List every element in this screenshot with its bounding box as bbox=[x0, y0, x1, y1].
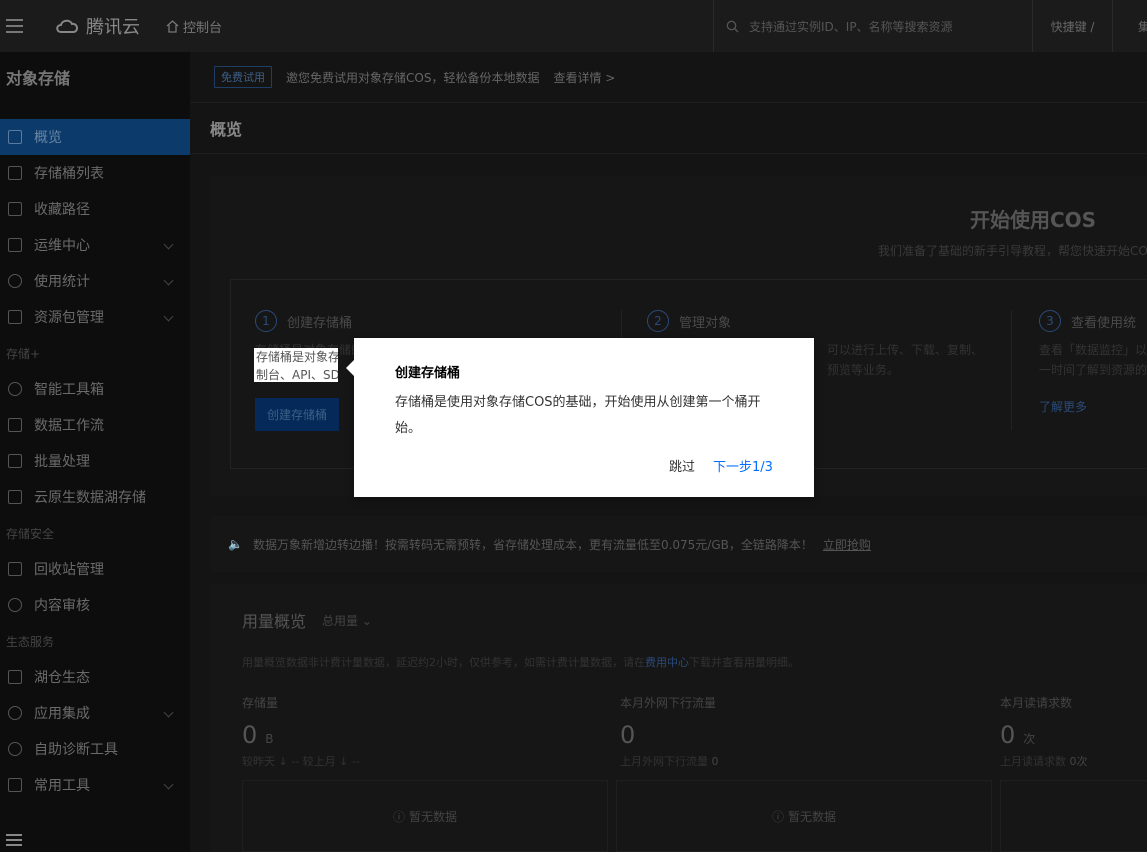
calendar-icon bbox=[8, 238, 22, 252]
cloud-logo-icon bbox=[56, 19, 78, 33]
trash-icon bbox=[8, 562, 22, 576]
billing-center-link[interactable]: 费用中心 bbox=[645, 656, 689, 669]
sidebar-item-integration[interactable]: 应用集成 bbox=[0, 695, 190, 731]
more-menu-item[interactable]: 集 bbox=[1138, 18, 1147, 35]
next-step-button[interactable]: 下一步1/3 bbox=[713, 456, 773, 475]
guide-highlight: 存储桶是对象存 制台、API、SD bbox=[254, 348, 338, 382]
notice-text: 数据万象新增边转边播！按需转码无需预转，省存储处理成本，更有流量低至0.075元… bbox=[252, 537, 813, 552]
info-icon: ⓘ bbox=[392, 809, 405, 824]
package-icon bbox=[8, 310, 22, 324]
step-number: 2 bbox=[647, 310, 669, 332]
sidebar: 对象存储 概览 存储桶列表 收藏路径 运维中心 使用统计 资源包管理 存储+ 智… bbox=[0, 52, 190, 852]
learn-more-link[interactable]: 了解更多 bbox=[1039, 398, 1087, 415]
chevron-down-icon: ⌄ bbox=[361, 613, 372, 628]
sidebar-item-workflow[interactable]: 数据工作流 bbox=[0, 407, 190, 443]
notice-buy-link[interactable]: 立即抢购 bbox=[823, 536, 871, 553]
sidebar-title: 对象存储 bbox=[6, 69, 71, 88]
brand-logo[interactable]: 腾讯云 bbox=[54, 13, 140, 39]
lakehouse-icon bbox=[8, 670, 22, 684]
chevron-down-icon bbox=[163, 707, 174, 718]
brand-name: 腾讯云 bbox=[86, 17, 140, 38]
usage-select[interactable]: 总用量 ⌄ bbox=[322, 612, 372, 629]
no-data-panel: ⓘ 暂无数据 bbox=[616, 780, 992, 852]
database-icon bbox=[8, 490, 22, 504]
global-search-input[interactable]: 支持通过实例ID、IP、名称等搜索资源 bbox=[713, 0, 1033, 52]
workflow-icon bbox=[8, 418, 22, 432]
shortcut-button[interactable]: 快捷键 / bbox=[1033, 0, 1113, 52]
popover-arrow bbox=[346, 360, 354, 376]
step-number: 3 bbox=[1039, 310, 1061, 332]
popover-title: 创建存储桶 bbox=[395, 366, 461, 381]
top-nav-bar: 腾讯云 控制台 支持通过实例ID、IP、名称等搜索资源 快捷键 / 集 bbox=[0, 0, 1147, 52]
step-title: 查看使用统 bbox=[1071, 315, 1137, 331]
promo-bar: 免费试用 邀您免费试用对象存储COS，轻松备份本地数据 查看详情 > bbox=[190, 52, 1147, 102]
sidebar-item-resource-packs[interactable]: 资源包管理 bbox=[0, 299, 190, 335]
sidebar-item-diagnosis[interactable]: 自助诊断工具 bbox=[0, 731, 190, 767]
free-trial-tag: 免费试用 bbox=[214, 66, 272, 88]
sidebar-item-datalake[interactable]: 云原生数据湖存储 bbox=[0, 479, 190, 515]
chevron-down-icon bbox=[163, 311, 174, 322]
usage-note: 用量概览数据非计费计量数据，延迟约2小时，仅供参考，如需计费计量数据，请在费用中… bbox=[242, 656, 799, 669]
notice-banner: 🔈 数据万象新增边转边播！按需转码无需预转，省存储处理成本，更有流量低至0.07… bbox=[210, 516, 1147, 572]
sidebar-item-overview[interactable]: 概览 bbox=[0, 119, 190, 155]
step-number: 1 bbox=[255, 310, 277, 332]
sidebar-item-ops-center[interactable]: 运维中心 bbox=[0, 227, 190, 263]
chevron-down-icon bbox=[163, 779, 174, 790]
sidebar-item-bucket-list[interactable]: 存储桶列表 bbox=[0, 155, 190, 191]
getting-started-title: 开始使用COS bbox=[970, 208, 1097, 232]
tools-icon bbox=[8, 778, 22, 792]
sidebar-item-usage-stats[interactable]: 使用统计 bbox=[0, 263, 190, 299]
usage-overview: 用量概览 总用量 ⌄ 用量概览数据非计费计量数据，延迟约2小时，仅供参考，如需计… bbox=[210, 584, 1147, 852]
chevron-down-icon bbox=[163, 275, 174, 286]
getting-started-subtitle: 我们准备了基础的新手引导教程，帮您快速开始COS之 bbox=[878, 244, 1147, 258]
pie-chart-icon bbox=[8, 274, 22, 288]
diagnosis-icon bbox=[8, 742, 22, 756]
promo-text: 邀您免费试用对象存储COS，轻松备份本地数据 bbox=[286, 70, 540, 85]
step-title: 创建存储桶 bbox=[287, 315, 353, 331]
no-data-panel: ⓘ 暂无数据 bbox=[242, 780, 608, 852]
search-placeholder: 支持通过实例ID、IP、名称等搜索资源 bbox=[749, 19, 953, 34]
popover-body: 存储桶是使用对象存储COS的基础，开始使用从创建第一个桶开始。 bbox=[395, 395, 761, 436]
nav-group-security: 存储安全 bbox=[6, 526, 55, 541]
chevron-down-icon bbox=[163, 239, 174, 250]
home-icon bbox=[166, 19, 179, 33]
step-description: 查看「数据监控」以一时间了解到资源的 bbox=[1039, 343, 1147, 377]
search-icon bbox=[726, 20, 739, 32]
divider bbox=[1011, 310, 1012, 430]
step-3: 3 查看使用统 查看「数据监控」以一时间了解到资源的 了解更多 bbox=[1039, 310, 1147, 415]
bucket-icon bbox=[8, 166, 22, 180]
sidebar-item-batch[interactable]: 批量处理 bbox=[0, 443, 190, 479]
sidebar-item-recycle[interactable]: 回收站管理 bbox=[0, 551, 190, 587]
toolbox-icon bbox=[8, 382, 22, 396]
integration-icon bbox=[8, 706, 22, 720]
metric-traffic: 本月外网下行流量 0 上月外网下行流量 0 bbox=[620, 696, 719, 768]
nav-group-eco: 生态服务 bbox=[6, 634, 55, 649]
sidebar-item-favorites[interactable]: 收藏路径 bbox=[0, 191, 190, 227]
promo-details-link[interactable]: 查看详情 > bbox=[553, 69, 615, 86]
sidebar-item-moderation[interactable]: 内容审核 bbox=[0, 587, 190, 623]
sidebar-item-tools[interactable]: 常用工具 bbox=[0, 767, 190, 803]
menu-icon[interactable] bbox=[0, 0, 28, 52]
metric-storage: 存储量 0B 较昨天 ↓ -- 较上月 ↓ -- bbox=[242, 696, 360, 768]
sidebar-item-toolbox[interactable]: 智能工具箱 bbox=[0, 371, 190, 407]
usage-title: 用量概览 bbox=[242, 612, 307, 631]
skip-button[interactable]: 跳过 bbox=[669, 456, 695, 475]
link-icon bbox=[8, 202, 22, 216]
info-icon: ⓘ bbox=[771, 809, 784, 824]
sidebar-item-lakehouse[interactable]: 湖仓生态 bbox=[0, 659, 190, 695]
metric-read-requests: 本月读请求数 0次 上月读请求数 0次 bbox=[1000, 696, 1088, 768]
grid-icon bbox=[8, 130, 22, 144]
guide-popover: 创建存储桶 存储桶是使用对象存储COS的基础，开始使用从创建第一个桶开始。 跳过… bbox=[346, 338, 814, 497]
create-bucket-button[interactable]: 创建存储桶 bbox=[255, 398, 340, 431]
page-title: 概览 bbox=[190, 102, 1147, 154]
step-title: 管理对象 bbox=[679, 315, 732, 331]
no-data-panel bbox=[1000, 780, 1147, 852]
speaker-icon: 🔈 bbox=[228, 537, 243, 551]
sidebar-collapse-icon[interactable] bbox=[6, 834, 22, 846]
checkbox-icon bbox=[8, 454, 22, 468]
review-icon bbox=[8, 598, 22, 612]
nav-group-storage-plus: 存储+ bbox=[6, 346, 41, 361]
console-link[interactable]: 控制台 bbox=[166, 17, 222, 36]
